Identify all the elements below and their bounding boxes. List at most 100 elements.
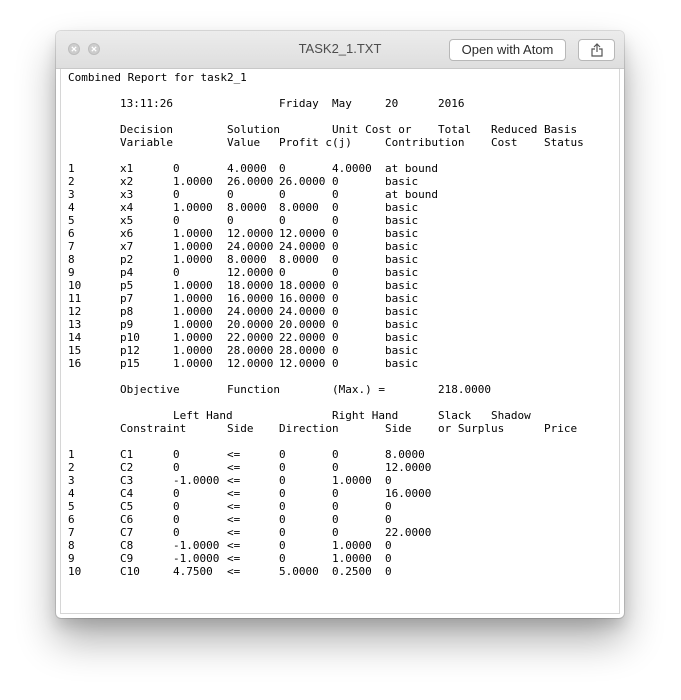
objective-value: 218.0000 bbox=[438, 383, 491, 396]
constraint-table-row: 2 C2 0 <= 0 0 12.0000 bbox=[61, 461, 619, 474]
solution-value: 1.0000 bbox=[173, 331, 213, 344]
shadow-price: 0 bbox=[385, 552, 392, 565]
basis-status: at bound bbox=[385, 162, 438, 175]
row-number: 16 bbox=[68, 357, 82, 370]
objective-line: Objective Function (Max.) = 218.0000 bbox=[61, 383, 619, 396]
row-number: 1 bbox=[68, 162, 75, 175]
reduced-cost: 0 bbox=[332, 344, 339, 357]
constraint-name: C10 bbox=[120, 565, 140, 578]
direction: <= bbox=[227, 500, 241, 513]
variable-name: x6 bbox=[120, 227, 134, 240]
decision-table-row: 10 p5 1.0000 18.0000 18.0000 0 basic bbox=[61, 279, 619, 292]
row-number: 2 bbox=[68, 175, 75, 188]
reduced-cost: 4.0000 bbox=[332, 162, 372, 175]
close-icon[interactable] bbox=[68, 43, 80, 55]
shadow-price: 0 bbox=[385, 565, 392, 578]
constraint-name: C7 bbox=[120, 526, 134, 539]
row-number: 10 bbox=[68, 565, 82, 578]
header-right-hand: Right Hand bbox=[332, 409, 399, 422]
variable-name: x5 bbox=[120, 214, 134, 227]
unit-profit: 0 bbox=[227, 214, 234, 227]
row-number: 5 bbox=[68, 500, 75, 513]
decision-header-row-2: Variable Value Profit c(j) Contribution … bbox=[61, 136, 619, 149]
row-number: 5 bbox=[68, 214, 75, 227]
left-hand-side: -1.0000 bbox=[173, 474, 220, 487]
basis-status: basic bbox=[385, 305, 419, 318]
total-contribution: 24.0000 bbox=[279, 240, 326, 253]
reduced-cost: 0 bbox=[332, 357, 339, 370]
basis-status: basic bbox=[385, 292, 419, 305]
header-rhs-side: Side bbox=[385, 422, 412, 435]
constraint-table-row: 3 C3 -1.0000 <= 0 1.0000 0 bbox=[61, 474, 619, 487]
decision-table-row: 16 p15 1.0000 12.0000 12.0000 0 basic bbox=[61, 357, 619, 370]
datetime-line: 13:11:26 Friday May 20 2016 bbox=[61, 97, 619, 110]
unit-profit: 8.0000 bbox=[227, 253, 267, 266]
constraint-name: C3 bbox=[120, 474, 134, 487]
decision-table-row: 7 x7 1.0000 24.0000 24.0000 0 basic bbox=[61, 240, 619, 253]
total-contribution: 8.0000 bbox=[279, 253, 319, 266]
variable-name: p8 bbox=[120, 305, 134, 318]
shadow-price: 0 bbox=[385, 539, 392, 552]
header-value: Value bbox=[227, 136, 261, 149]
report-year: 2016 bbox=[438, 97, 465, 110]
quicklook-window: TASK2_1.TXT Open with Atom Combined Repo… bbox=[56, 31, 624, 618]
row-number: 3 bbox=[68, 188, 75, 201]
shadow-price: 0 bbox=[385, 500, 392, 513]
left-hand-side: 0 bbox=[173, 461, 180, 474]
decision-table-row: 15 p12 1.0000 28.0000 28.0000 0 basic bbox=[61, 344, 619, 357]
header-status: Status bbox=[544, 136, 584, 149]
reduced-cost: 0 bbox=[332, 305, 339, 318]
variable-name: p12 bbox=[120, 344, 140, 357]
solution-value: 1.0000 bbox=[173, 305, 213, 318]
direction: <= bbox=[227, 513, 241, 526]
constraint-header-row-1: Left Hand Right Hand Slack Shadow bbox=[61, 409, 619, 422]
header-shadow: Shadow bbox=[491, 409, 531, 422]
report-day: Friday bbox=[279, 97, 319, 110]
shadow-price: 0 bbox=[385, 513, 392, 526]
unit-profit: 28.0000 bbox=[227, 344, 274, 357]
minimize-icon[interactable] bbox=[88, 43, 100, 55]
header-decision: Decision bbox=[120, 123, 173, 136]
header-cost: Cost bbox=[491, 136, 518, 149]
unit-profit: 18.0000 bbox=[227, 279, 274, 292]
constraint-name: C6 bbox=[120, 513, 134, 526]
basis-status: basic bbox=[385, 175, 419, 188]
direction: <= bbox=[227, 526, 241, 539]
unit-profit: 0 bbox=[227, 188, 234, 201]
row-number: 8 bbox=[68, 539, 75, 552]
open-with-atom-button[interactable]: Open with Atom bbox=[449, 39, 566, 61]
share-button[interactable] bbox=[578, 39, 615, 61]
report-title: Combined Report for task2_1 bbox=[68, 71, 247, 84]
solution-value: 1.0000 bbox=[173, 318, 213, 331]
constraint-table-row: 10 C10 4.7500 <= 5.0000 0.2500 0 bbox=[61, 565, 619, 578]
row-number: 13 bbox=[68, 318, 82, 331]
header-unit-cost: Unit Cost or bbox=[332, 123, 412, 136]
reduced-cost: 0 bbox=[332, 279, 339, 292]
basis-status: at bound bbox=[385, 188, 438, 201]
constraint-table-row: 8 C8 -1.0000 <= 0 1.0000 0 bbox=[61, 539, 619, 552]
row-number: 1 bbox=[68, 448, 75, 461]
function-label: Function bbox=[227, 383, 280, 396]
header-variable: Variable bbox=[120, 136, 173, 149]
direction: <= bbox=[227, 539, 241, 552]
basis-status: basic bbox=[385, 279, 419, 292]
objective-label: Objective bbox=[120, 383, 180, 396]
shadow-price: 12.0000 bbox=[385, 461, 432, 474]
solution-value: 1.0000 bbox=[173, 344, 213, 357]
solution-value: 0 bbox=[173, 162, 180, 175]
decision-header-row-1: Decision Solution Unit Cost or Total Red… bbox=[61, 123, 619, 136]
decision-table-row: 12 p8 1.0000 24.0000 24.0000 0 basic bbox=[61, 305, 619, 318]
header-total: Total bbox=[438, 123, 472, 136]
basis-status: basic bbox=[385, 331, 419, 344]
shadow-price: 0 bbox=[385, 474, 392, 487]
row-number: 6 bbox=[68, 513, 75, 526]
unit-profit: 8.0000 bbox=[227, 201, 267, 214]
total-contribution: 0 bbox=[279, 214, 286, 227]
variable-name: x3 bbox=[120, 188, 134, 201]
total-contribution: 26.0000 bbox=[279, 175, 326, 188]
total-contribution: 8.0000 bbox=[279, 201, 319, 214]
row-number: 4 bbox=[68, 201, 75, 214]
report-date: 20 bbox=[385, 97, 399, 110]
reduced-cost: 0 bbox=[332, 318, 339, 331]
constraint-name: C4 bbox=[120, 487, 134, 500]
